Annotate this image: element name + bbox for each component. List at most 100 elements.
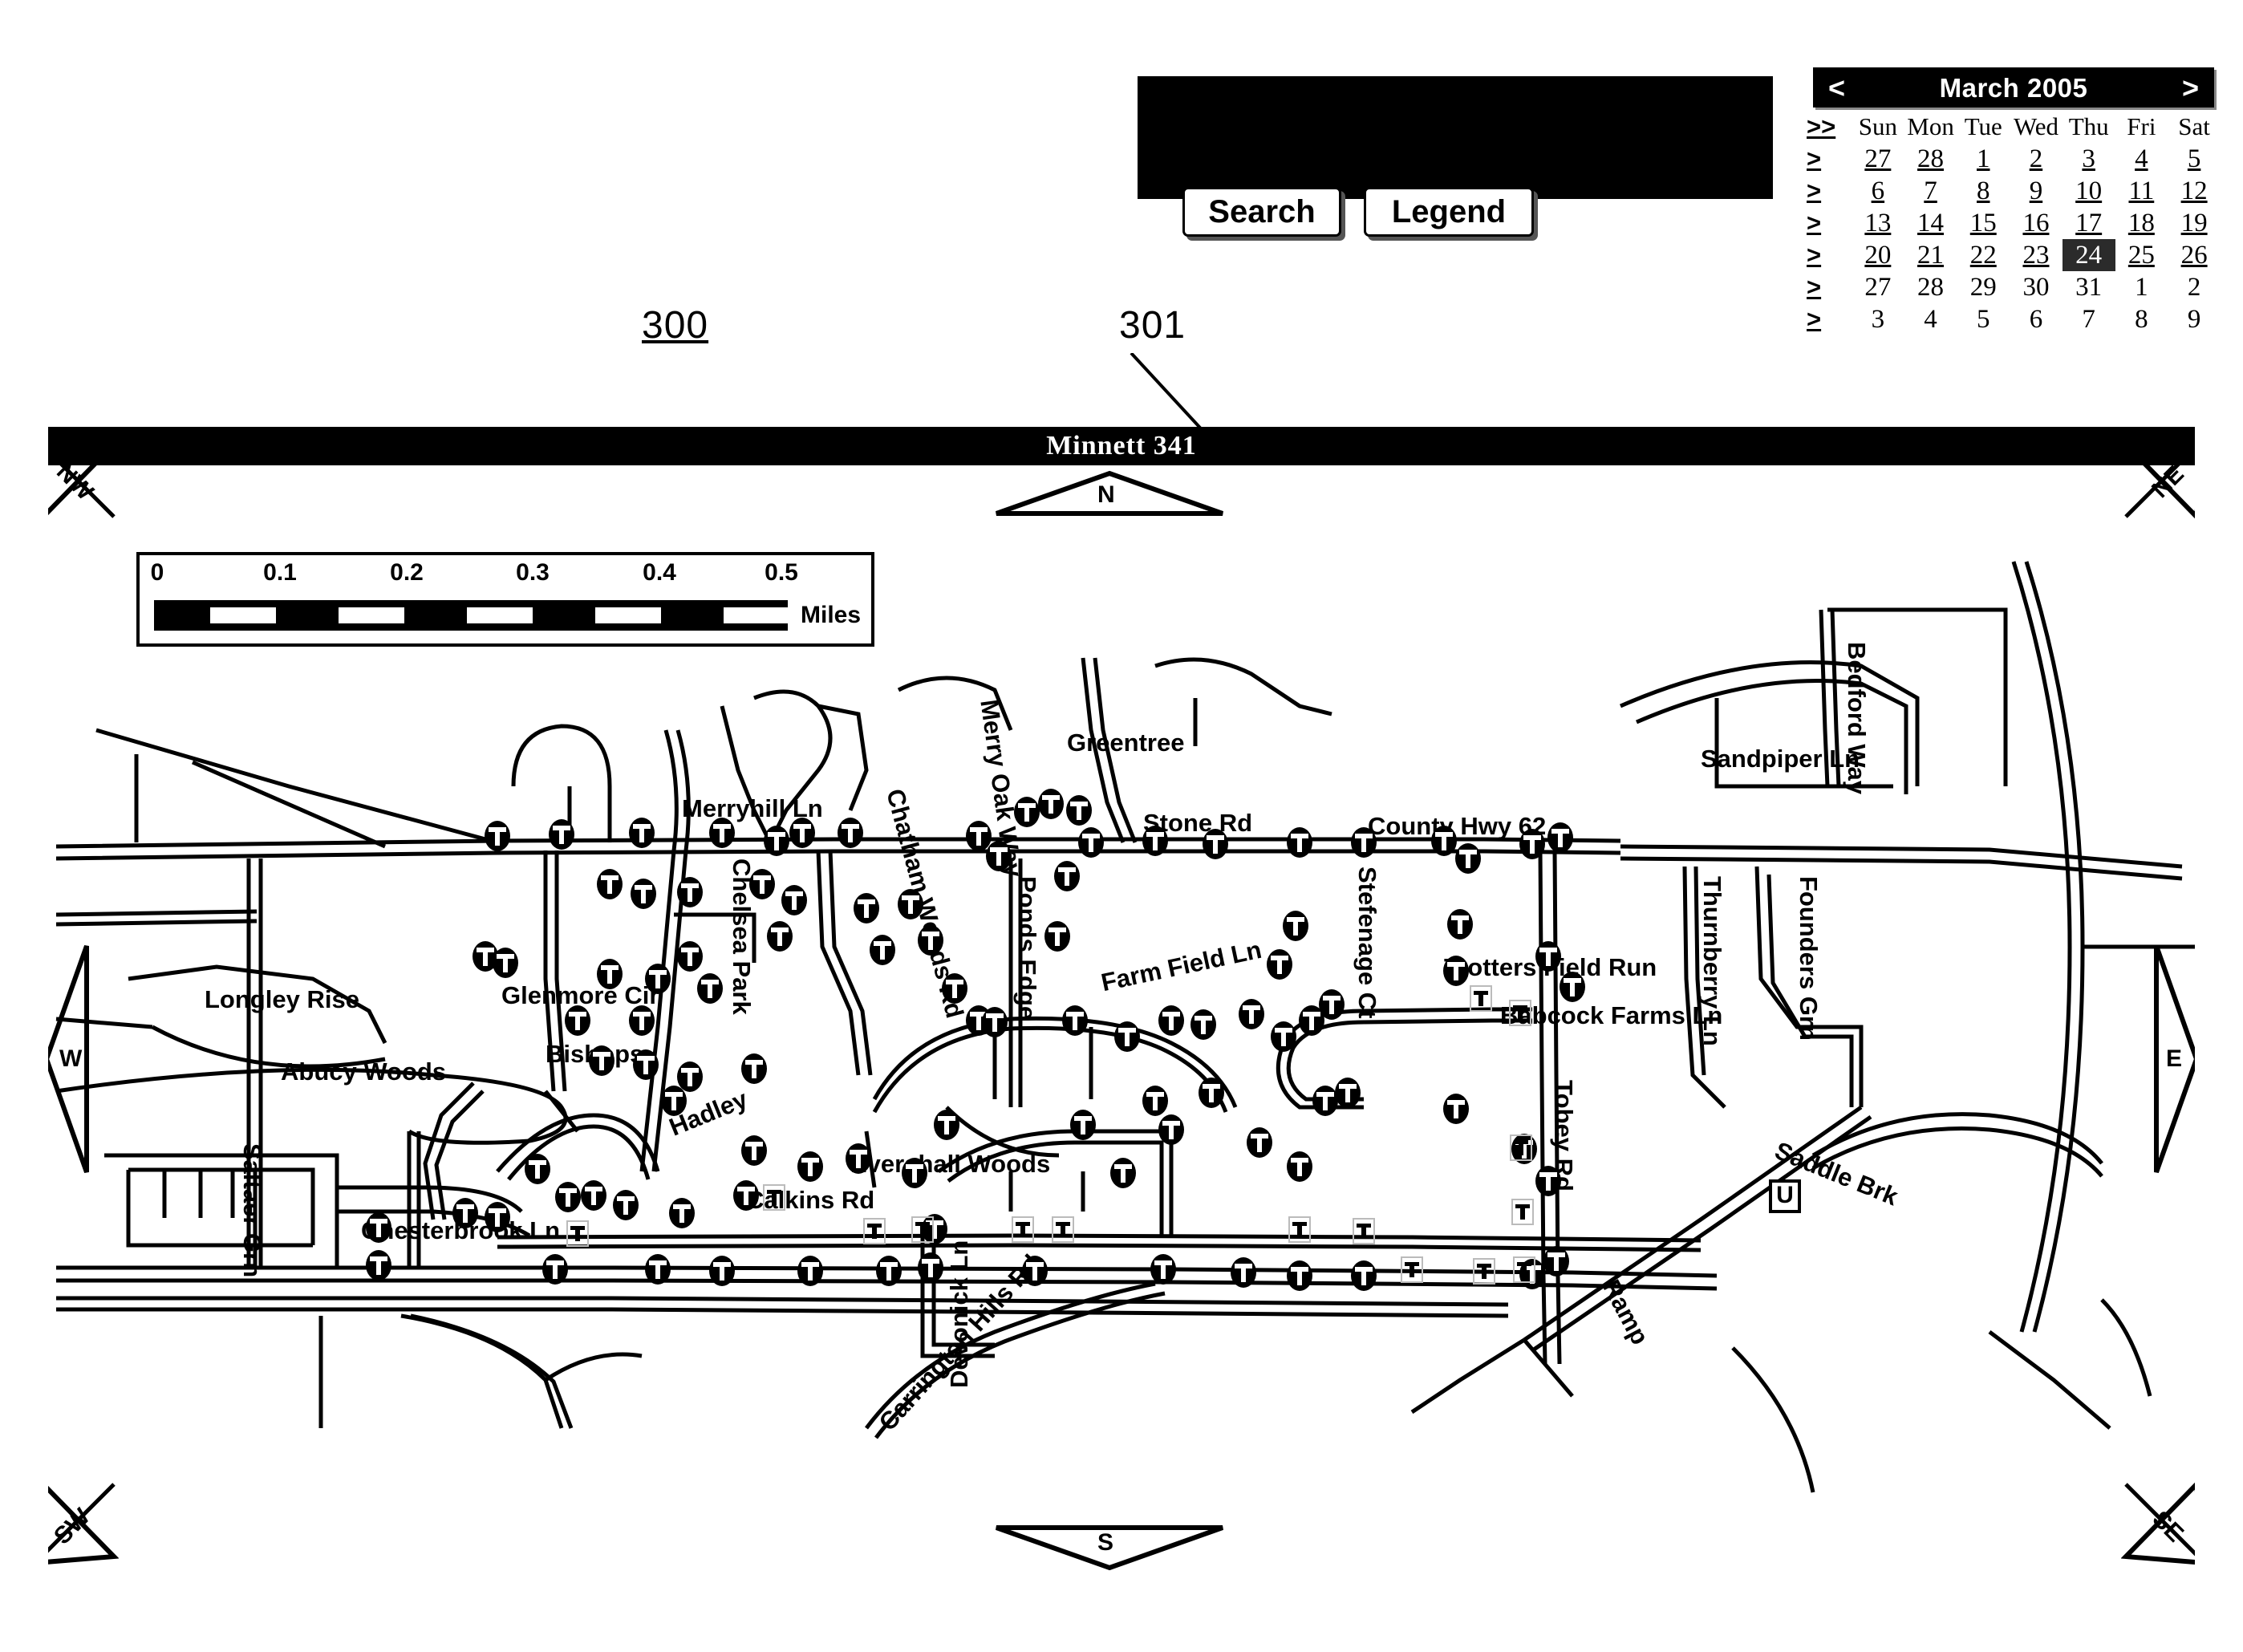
map-tree-marker-icon[interactable] (588, 1045, 615, 1077)
calendar-day-cell[interactable]: 9 (2010, 175, 2063, 207)
map-tree-marker-icon[interactable] (1535, 1165, 1562, 1197)
compass-sw[interactable]: SW (48, 1479, 119, 1568)
map-tree-marker-icon[interactable] (596, 958, 623, 990)
map-tree-marker-icon[interactable] (1230, 1256, 1257, 1289)
map-tree-marker-outline-icon[interactable] (1473, 1258, 1495, 1285)
map-tree-marker-icon[interactable] (1158, 1114, 1185, 1146)
map-tree-marker-icon[interactable] (1190, 1009, 1217, 1041)
map-tree-marker-icon[interactable] (1113, 1021, 1141, 1053)
compass-ne[interactable]: NE (2121, 465, 2195, 522)
search-button[interactable]: Search (1182, 187, 1341, 237)
calendar-day-cell[interactable]: 23 (2010, 239, 2063, 271)
calendar-day-cell[interactable]: 5 (2168, 143, 2221, 175)
map-tree-marker-icon[interactable] (1238, 998, 1265, 1030)
map-tree-marker-icon[interactable] (1266, 948, 1293, 980)
map-tree-marker-icon[interactable] (740, 1053, 768, 1085)
map-tree-marker-icon[interactable] (644, 1253, 671, 1285)
legend-button[interactable]: Legend (1364, 187, 1534, 237)
map-tree-marker-icon[interactable] (1158, 1005, 1185, 1037)
map-tree-marker-icon[interactable] (781, 884, 808, 916)
calendar-select-week-1[interactable]: > (1795, 143, 1852, 175)
map-tree-marker-icon[interactable] (484, 820, 511, 852)
calendar-day-cell[interactable]: 22 (1957, 239, 2010, 271)
calendar-day-cell[interactable]: 8 (1957, 175, 2010, 207)
map-tree-marker-icon[interactable] (917, 1252, 944, 1284)
map-tree-marker-icon[interactable] (740, 1134, 768, 1167)
map-tree-marker-icon[interactable] (901, 1157, 928, 1189)
map-tree-marker-outline-icon[interactable] (763, 1184, 785, 1211)
map-tree-marker-icon[interactable] (897, 888, 924, 920)
calendar-day-cell[interactable]: 3 (2063, 143, 2115, 175)
calendar-select-week-2[interactable]: > (1795, 175, 1852, 207)
map-tree-marker-icon[interactable] (875, 1255, 902, 1287)
map-tree-marker-icon[interactable] (1286, 1260, 1313, 1292)
map-tree-marker-icon[interactable] (1350, 826, 1377, 858)
map-tree-marker-icon[interactable] (766, 920, 793, 952)
map-tree-marker-icon[interactable] (628, 817, 655, 849)
calendar-day-cell[interactable]: 12 (2168, 175, 2221, 207)
map-tree-marker-icon[interactable] (484, 1201, 511, 1233)
map-tree-marker-icon[interactable] (1150, 1253, 1177, 1285)
map-tree-marker-icon[interactable] (1298, 1005, 1325, 1037)
compass-w[interactable]: W (48, 943, 91, 1175)
calendar-day-cell[interactable]: 18 (2115, 207, 2168, 239)
map-tree-marker-icon[interactable] (365, 1212, 392, 1244)
calendar-day-cell[interactable]: 27 (1852, 143, 1904, 175)
calendar-day-cell[interactable]: 11 (2115, 175, 2168, 207)
calendar-day-cell[interactable]: 16 (2010, 207, 2063, 239)
calendar-day-cell[interactable]: 14 (1904, 207, 1957, 239)
map-tree-marker-outline-icon[interactable] (863, 1218, 886, 1244)
map-tree-marker-icon[interactable] (1446, 908, 1474, 940)
map-tree-marker-icon[interactable] (708, 817, 736, 849)
map-tree-marker-outline-icon[interactable] (1470, 985, 1492, 1012)
map-tree-marker-icon[interactable] (933, 1109, 960, 1141)
map-tree-marker-icon[interactable] (1021, 1255, 1048, 1287)
map-tree-marker-icon[interactable] (1037, 788, 1065, 820)
map-canvas[interactable]: 0 0.1 0.2 0.3 0.4 0.5 Miles NW NE SW SE … (48, 465, 2195, 1598)
map-tree-marker-icon[interactable] (869, 934, 896, 966)
map-tree-marker-icon[interactable] (708, 1255, 736, 1287)
map-tree-marker-icon[interactable] (1270, 1021, 1297, 1053)
map-tree-marker-outline-icon[interactable] (1288, 1216, 1311, 1243)
map-tree-marker-icon[interactable] (676, 940, 704, 972)
map-tree-marker-icon[interactable] (1535, 940, 1562, 972)
map-tree-marker-icon[interactable] (985, 840, 1012, 872)
compass-n[interactable]: N (993, 470, 1226, 518)
map-tree-marker-icon[interactable] (1246, 1126, 1273, 1159)
map-tree-marker-icon[interactable] (763, 825, 790, 857)
map-tree-marker-icon[interactable] (1053, 860, 1081, 892)
map-tree-marker-icon[interactable] (1350, 1260, 1377, 1292)
map-tree-marker-icon[interactable] (1013, 796, 1040, 828)
calendar-day-cell[interactable]: 25 (2115, 239, 2168, 271)
map-tree-marker-icon[interactable] (1442, 1093, 1470, 1125)
map-tree-marker-icon[interactable] (541, 1253, 569, 1285)
map-tree-marker-icon[interactable] (853, 892, 880, 924)
map-tree-marker-icon[interactable] (1069, 1109, 1097, 1141)
map-tree-marker-icon[interactable] (797, 1151, 824, 1183)
map-tree-marker-icon[interactable] (1198, 1077, 1225, 1109)
calendar-day-cell[interactable]: 20 (1852, 239, 1904, 271)
map-tree-marker-icon[interactable] (917, 924, 944, 956)
calendar-day-cell[interactable]: 1 (1957, 143, 2010, 175)
map-tree-marker-icon[interactable] (564, 1005, 591, 1037)
map-tree-marker-icon[interactable] (548, 818, 575, 850)
map-tree-marker-outline-icon[interactable] (1511, 1199, 1534, 1225)
calendar-day-cell[interactable]: 21 (1904, 239, 1957, 271)
map-tree-marker-icon[interactable] (1334, 1077, 1361, 1109)
map-tree-marker-icon[interactable] (837, 817, 864, 849)
calendar-day-cell[interactable]: 15 (1957, 207, 2010, 239)
map-tree-marker-icon[interactable] (789, 817, 816, 849)
map-tree-marker-outline-icon[interactable] (1513, 1256, 1535, 1283)
map-tree-marker-icon[interactable] (696, 972, 724, 1005)
calendar-day-cell[interactable]: 28 (1904, 143, 1957, 175)
calendar-day-cell[interactable]: 10 (2063, 175, 2115, 207)
map-tree-marker-icon[interactable] (1109, 1157, 1137, 1189)
calendar-day-cell[interactable]: 7 (1904, 175, 1957, 207)
map-tree-marker-icon[interactable] (1430, 825, 1458, 857)
map-tree-marker-icon[interactable] (365, 1249, 392, 1281)
calendar-day-cell[interactable]: 6 (1852, 175, 1904, 207)
calendar-day-cell[interactable]: 19 (2168, 207, 2221, 239)
map-tree-marker-icon[interactable] (1454, 842, 1482, 875)
map-tree-marker-icon[interactable] (630, 878, 657, 910)
map-tree-marker-icon[interactable] (845, 1143, 872, 1175)
